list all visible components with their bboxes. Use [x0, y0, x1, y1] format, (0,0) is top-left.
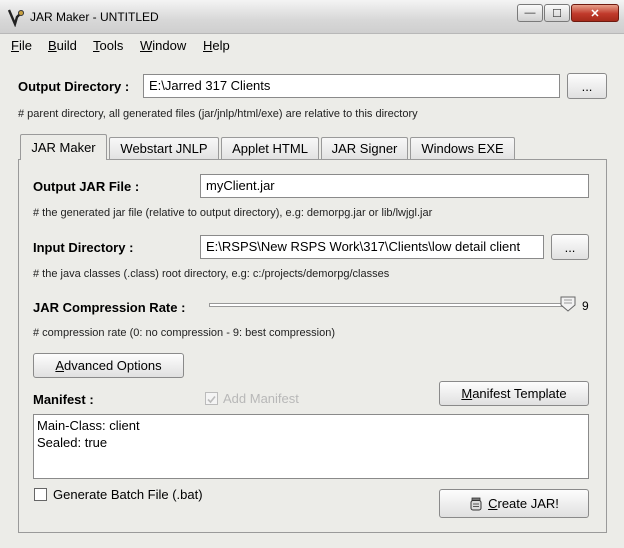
- checkmark-icon: [207, 395, 216, 404]
- manifest-textarea[interactable]: Main-Class: client Sealed: true: [33, 414, 589, 479]
- tab-jar-signer[interactable]: JAR Signer: [321, 137, 408, 159]
- output-jar-note: # the generated jar file (relative to ou…: [33, 207, 433, 219]
- close-button[interactable]: ✕: [571, 4, 619, 22]
- output-jar-label: Output JAR File :: [33, 179, 140, 194]
- generate-batch-checkbox[interactable]: [34, 488, 47, 501]
- compression-note: # compression rate (0: no compression - …: [33, 327, 336, 339]
- window-title: JAR Maker - UNTITLED: [30, 10, 159, 24]
- tab-applet-html[interactable]: Applet HTML: [221, 137, 319, 159]
- jar-icon: [470, 497, 482, 510]
- tab-jar-maker[interactable]: JAR Maker: [20, 134, 107, 160]
- output-directory-label: Output Directory :: [18, 79, 130, 94]
- menu-build[interactable]: Build: [48, 38, 77, 53]
- manifest-line: Sealed: true: [37, 435, 108, 450]
- manifest-template-button[interactable]: Manifest Template: [439, 381, 589, 406]
- advanced-options-button[interactable]: Advanced Options: [33, 353, 184, 378]
- input-directory-browse-button[interactable]: ...: [551, 234, 589, 260]
- output-directory-note: # parent directory, all generated files …: [18, 108, 418, 120]
- output-jar-field[interactable]: myClient.jar: [200, 174, 589, 198]
- create-jar-button[interactable]: Create JAR!: [439, 489, 589, 518]
- menu-window[interactable]: Window: [140, 38, 186, 53]
- tab-webstart-jnlp[interactable]: Webstart JNLP: [109, 137, 219, 159]
- manifest-line: Main-Class: client: [37, 418, 140, 433]
- add-manifest-label: Add Manifest: [223, 391, 299, 406]
- input-directory-note: # the java classes (.class) root directo…: [33, 268, 390, 280]
- output-directory-browse-button[interactable]: ...: [567, 73, 607, 99]
- app-logo-icon: [7, 9, 24, 27]
- menu-tools[interactable]: Tools: [93, 38, 123, 53]
- input-directory-field[interactable]: E:\RSPS\New RSPS Work\317\Clients\low de…: [200, 235, 544, 259]
- maximize-button[interactable]: ☐: [544, 4, 570, 22]
- input-directory-label: Input Directory :: [33, 240, 134, 255]
- minimize-button[interactable]: —: [517, 4, 543, 22]
- output-directory-field[interactable]: E:\Jarred 317 Clients: [143, 74, 560, 98]
- generate-batch-label: Generate Batch File (.bat): [53, 487, 203, 502]
- compression-slider-thumb[interactable]: [560, 296, 576, 312]
- manifest-label: Manifest :: [33, 392, 94, 407]
- add-manifest-checkbox[interactable]: [205, 392, 218, 405]
- menu-help[interactable]: Help: [203, 38, 230, 53]
- compression-label: JAR Compression Rate :: [33, 300, 186, 315]
- compression-slider-track[interactable]: [209, 303, 571, 307]
- tab-windows-exe[interactable]: Windows EXE: [410, 137, 515, 159]
- compression-value: 9: [582, 299, 589, 313]
- menu-file[interactable]: File: [11, 38, 32, 53]
